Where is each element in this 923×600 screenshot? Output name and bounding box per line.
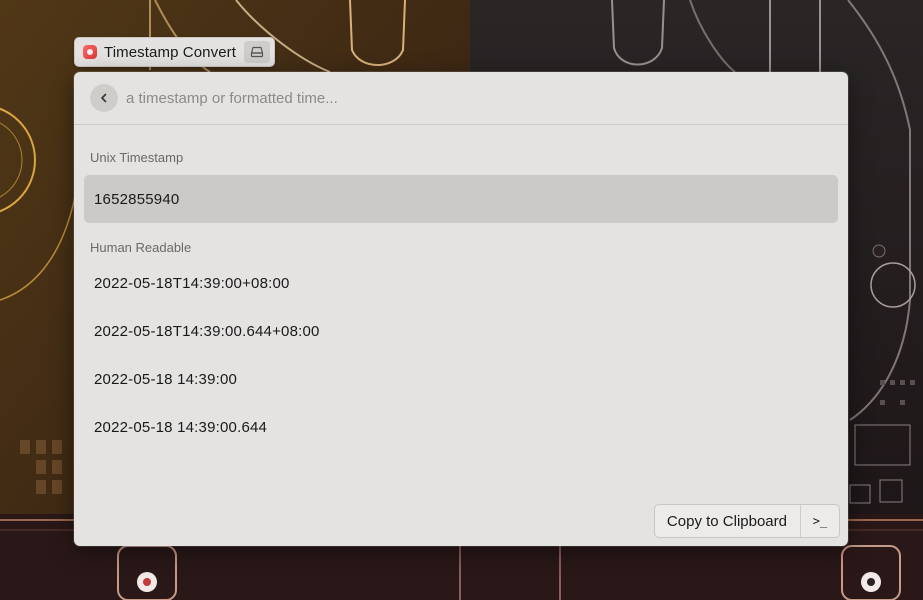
keyboard-icon [250,46,264,58]
action-bar: Copy to Clipboard >_ [653,504,840,538]
list-item[interactable]: 2022-05-18T14:39:00.644+08:00 [84,307,838,355]
list-item[interactable]: 2022-05-18 14:39:00 [84,355,838,403]
back-button[interactable] [90,84,118,112]
human-list: 2022-05-18T14:39:00+08:00 2022-05-18T14:… [84,259,838,451]
list-item[interactable]: 2022-05-18 14:39:00.644 [84,403,838,451]
desktop: Timestamp Convert Unix Timestamp 1652855… [0,0,923,600]
command-title: Timestamp Convert [104,43,237,61]
section-title-human: Human Readable [90,240,192,255]
command-tag[interactable]: Timestamp Convert [74,37,276,67]
search-bar [74,72,848,125]
keyboard-button[interactable] [244,41,271,63]
search-input[interactable] [126,89,726,107]
list-item[interactable]: 1652855940 [84,175,838,223]
terminal-button[interactable]: >_ [801,505,839,537]
list-item[interactable]: 2022-05-18T14:39:00+08:00 [84,259,838,307]
chevron-left-icon [101,93,107,103]
terminal-icon: >_ [812,514,828,528]
unix-list: 1652855940 [84,175,838,223]
copy-to-clipboard-button[interactable]: Copy to Clipboard [655,505,801,537]
app-icon [83,45,97,59]
section-title-unix: Unix Timestamp [90,150,184,165]
command-panel: Unix Timestamp 1652855940 Human Readable… [74,72,848,546]
